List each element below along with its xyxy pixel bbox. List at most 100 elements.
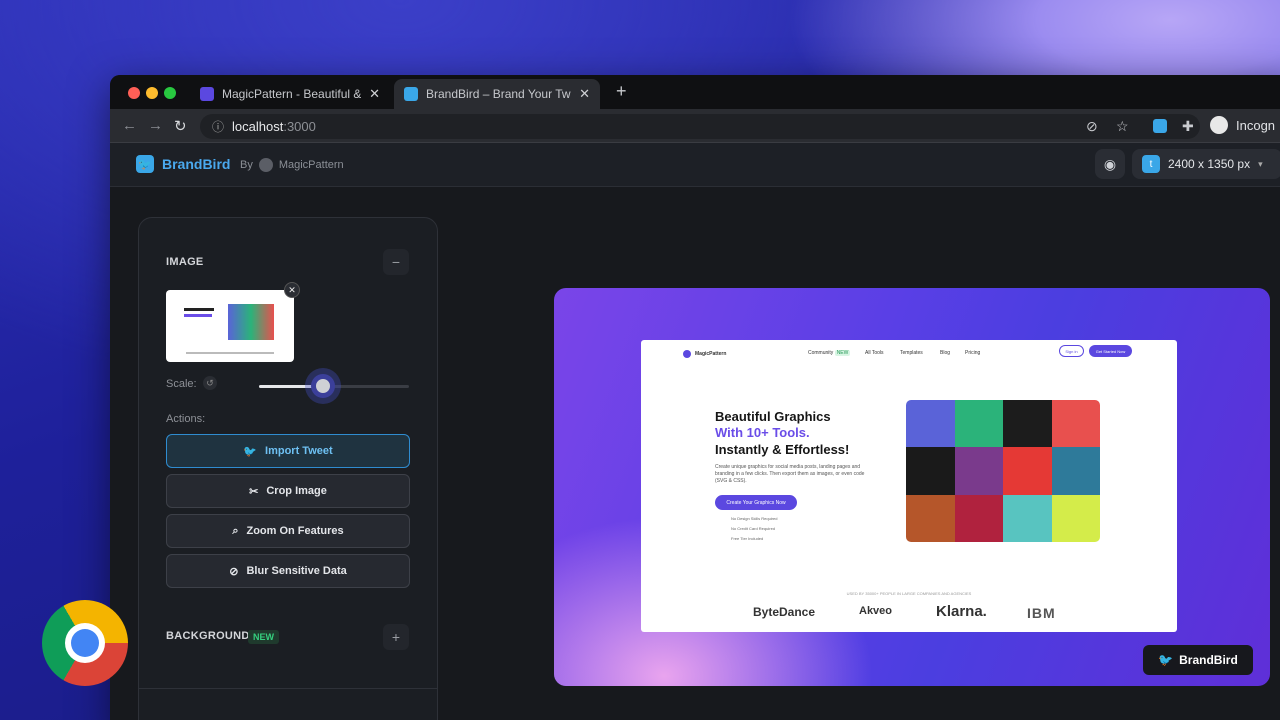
forward-icon[interactable]: → bbox=[148, 117, 163, 134]
hero-line2: With 10+ Tools. bbox=[715, 425, 810, 440]
akveo-logo: Akveo bbox=[859, 605, 893, 617]
partner-name: MagicPattern bbox=[278, 159, 344, 171]
blur-data-button[interactable]: ⊘ Blur Sensitive Data bbox=[166, 554, 410, 588]
address-bar: ← → ↻ ⓘ localhost:3000 ⊘ ☆ ✚ Incogn bbox=[110, 109, 1280, 143]
info-icon: ⓘ bbox=[212, 120, 225, 134]
brand-name: BrandBird bbox=[162, 156, 231, 172]
screenshot-image: MagicPattern Community NEW All Tools Tem… bbox=[641, 340, 1177, 632]
button-label: Zoom On Features bbox=[246, 525, 344, 537]
search-icon: ⌕ bbox=[232, 524, 239, 537]
twitter-icon: 🐦 bbox=[243, 445, 258, 458]
profile-label[interactable]: Incogn bbox=[1236, 118, 1275, 133]
plus-icon: + bbox=[391, 629, 401, 645]
brandbird-watermark: 🐦 BrandBird bbox=[1143, 645, 1253, 675]
site-logo: MagicPattern bbox=[683, 350, 726, 358]
scale-slider-handle[interactable] bbox=[311, 374, 335, 398]
scissors-icon: ✂ bbox=[249, 485, 259, 498]
tab-title: BrandBird – Brand Your Twitter bbox=[426, 87, 571, 101]
maximize-window-button[interactable] bbox=[164, 87, 176, 99]
grid-tile bbox=[1003, 400, 1052, 448]
brandbird-favicon-icon bbox=[404, 87, 418, 101]
collapse-image-button[interactable]: − bbox=[383, 249, 409, 275]
eye-icon: ◉ bbox=[1103, 155, 1117, 172]
thumb-headline bbox=[184, 308, 214, 311]
minus-icon: − bbox=[391, 254, 401, 270]
grid-tile bbox=[954, 400, 1003, 448]
expand-background-button[interactable]: + bbox=[383, 624, 409, 650]
close-tab-icon[interactable]: ✕ bbox=[579, 86, 590, 102]
used-by-text: USED BY 35000+ PEOPLE IN LARGE COMPANIES… bbox=[846, 591, 972, 596]
check-item: No Credit Card Required bbox=[731, 526, 776, 531]
button-label: Blur Sensitive Data bbox=[246, 565, 347, 577]
tab-brandbird[interactable]: BrandBird – Brand Your Twitter ✕ bbox=[394, 79, 600, 109]
image-thumbnail[interactable] bbox=[166, 290, 294, 362]
close-tab-icon[interactable]: ✕ bbox=[369, 86, 380, 102]
klarna-logo: Klarna. bbox=[936, 603, 987, 620]
url-host: localhost bbox=[232, 119, 284, 134]
grid-tile bbox=[954, 494, 1003, 542]
close-icon: ✕ bbox=[288, 284, 296, 295]
hero-cta-button: Create Your Graphics Now bbox=[715, 495, 797, 510]
bird-logo-icon: 🐦 bbox=[136, 155, 154, 173]
zoom-features-button[interactable]: ⌕ Zoom On Features bbox=[166, 514, 410, 548]
browser-window: MagicPattern - Beautiful & coo ✕ BrandBi… bbox=[110, 75, 1280, 720]
back-icon[interactable]: ← bbox=[122, 117, 137, 134]
bird-logo-icon: 🐦 bbox=[1158, 653, 1174, 667]
divider bbox=[139, 688, 437, 689]
magicpattern-logo-icon bbox=[683, 350, 691, 358]
twitter-icon: t bbox=[1142, 155, 1160, 173]
graphics-grid bbox=[906, 400, 1100, 542]
hero-line3: Instantly & Effortless! bbox=[715, 442, 850, 457]
canvas-preview[interactable]: MagicPattern Community NEW All Tools Tem… bbox=[554, 288, 1270, 686]
extensions-puzzle-icon[interactable]: ✚ bbox=[1182, 118, 1194, 135]
by-partner[interactable]: By MagicPattern bbox=[240, 158, 344, 172]
new-badge: NEW bbox=[248, 630, 279, 644]
tab-strip: MagicPattern - Beautiful & coo ✕ BrandBi… bbox=[110, 75, 1280, 109]
actions-label: Actions: bbox=[166, 413, 206, 425]
import-tweet-button[interactable]: 🐦 Import Tweet bbox=[166, 434, 410, 468]
canvas-size-label: 2400 x 1350 px bbox=[1168, 157, 1251, 171]
crop-image-button[interactable]: ✂ Crop Image bbox=[166, 474, 410, 508]
nav-all-tools: All Tools bbox=[865, 350, 884, 356]
grid-tile bbox=[1051, 400, 1100, 448]
image-section-title: IMAGE bbox=[166, 256, 204, 268]
ibm-logo: IBM bbox=[1027, 605, 1056, 621]
new-tab-button[interactable]: + bbox=[616, 81, 627, 102]
check-item: Free Tier Included bbox=[731, 536, 764, 541]
grid-tile bbox=[1051, 494, 1100, 542]
chrome-logo-icon bbox=[42, 600, 128, 686]
grid-tile bbox=[1003, 447, 1052, 495]
magicpattern-logo-icon bbox=[258, 158, 273, 172]
incognito-icon[interactable] bbox=[1210, 116, 1228, 134]
preview-eye-button[interactable]: ◉ bbox=[1095, 149, 1125, 179]
grid-tile bbox=[906, 400, 955, 448]
eye-off-icon: ⊘ bbox=[229, 565, 239, 578]
scale-label: Scale: bbox=[166, 378, 197, 390]
canvas-size-dropdown[interactable]: t 2400 x 1350 px ▾ bbox=[1132, 149, 1280, 179]
star-icon[interactable]: ☆ bbox=[1116, 118, 1129, 135]
hero-line1: Beautiful Graphics bbox=[715, 409, 831, 424]
by-label: By bbox=[240, 159, 253, 171]
thumb-grid bbox=[228, 304, 274, 340]
grid-tile bbox=[906, 447, 955, 495]
minimize-window-button[interactable] bbox=[146, 87, 158, 99]
brand-logo[interactable]: 🐦 BrandBird bbox=[136, 155, 230, 173]
reset-scale-icon[interactable]: ↺ bbox=[203, 376, 217, 390]
thumb-logos bbox=[186, 352, 274, 354]
tab-magicpattern[interactable]: MagicPattern - Beautiful & coo ✕ bbox=[190, 79, 390, 109]
background-section-title: BACKGROUND bbox=[166, 630, 250, 642]
watermark-label: BrandBird bbox=[1179, 653, 1238, 667]
eye-off-icon[interactable]: ⊘ bbox=[1086, 118, 1098, 135]
nav-blog: Blog bbox=[940, 350, 951, 356]
thumb-subline bbox=[184, 314, 212, 317]
hero-paragraph: Create unique graphics for social media … bbox=[715, 464, 865, 484]
nav-templates: Templates bbox=[900, 350, 923, 356]
brandbird-extension-icon[interactable] bbox=[1153, 119, 1167, 133]
chevron-down-icon: ▾ bbox=[1258, 158, 1263, 169]
reload-icon[interactable]: ↻ bbox=[174, 117, 187, 135]
close-window-button[interactable] bbox=[128, 87, 140, 99]
remove-image-button[interactable]: ✕ bbox=[284, 282, 300, 298]
url-field[interactable]: ⓘ localhost:3000 bbox=[200, 114, 1200, 139]
nav-pricing: Pricing bbox=[965, 350, 981, 356]
nav-community: Community NEW bbox=[808, 350, 851, 356]
